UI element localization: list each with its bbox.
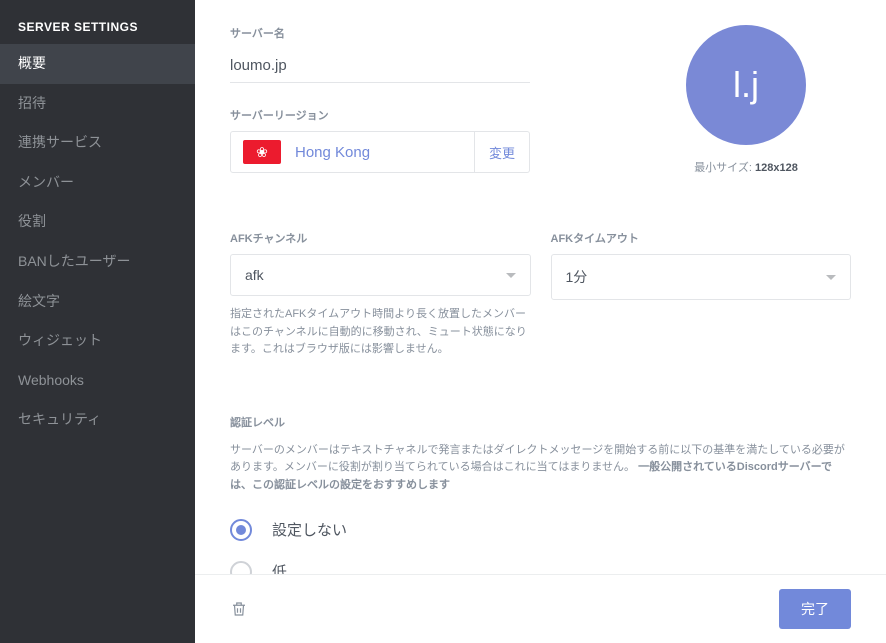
sidebar-item-label: ウィジェット xyxy=(18,332,102,348)
sidebar-item-widget[interactable]: ウィジェット xyxy=(0,321,195,361)
sidebar-item-label: BANしたユーザー xyxy=(18,253,131,269)
sidebar-item-overview[interactable]: 概要 xyxy=(0,44,195,84)
sidebar-item-roles[interactable]: 役割 xyxy=(0,202,195,242)
afk-timeout-label: AFKタイムアウト xyxy=(551,230,852,246)
verification-option-low[interactable]: 低 xyxy=(230,551,851,574)
change-region-button[interactable]: 変更 xyxy=(475,131,530,173)
afk-channel-help: 指定されたAFKタイムアウト時間より長く放置したメンバーはこのチャンネルに自動的… xyxy=(230,306,531,359)
sidebar-header: SERVER SETTINGS xyxy=(0,0,195,44)
sidebar-item-label: セキュリティ xyxy=(18,411,101,427)
radio-icon xyxy=(230,519,252,541)
server-region-label: サーバーリージョン xyxy=(230,107,601,123)
verification-label: 認証レベル xyxy=(230,414,851,430)
main: サーバー名 サーバーリージョン Hong Kong 変更 l.j xyxy=(195,0,886,643)
sidebar-item-label: 招待 xyxy=(18,95,46,111)
sidebar-item-invites[interactable]: 招待 xyxy=(0,84,195,124)
sidebar-item-label: Webhooks xyxy=(18,372,84,388)
flag-icon xyxy=(243,140,281,164)
afk-timeout-select[interactable]: 1分 xyxy=(551,254,852,300)
server-name-input[interactable] xyxy=(230,49,530,83)
radio-icon xyxy=(230,561,252,574)
avatar-initials: l.j xyxy=(733,64,759,106)
main-content: サーバー名 サーバーリージョン Hong Kong 変更 l.j xyxy=(195,0,886,574)
verification-help: サーバーのメンバーはテキストチャネルで発言またはダイレクトメッセージを開始する前… xyxy=(230,442,851,495)
sidebar-item-integrations[interactable]: 連携サービス xyxy=(0,123,195,163)
trash-icon[interactable] xyxy=(230,600,248,618)
sidebar-item-emoji[interactable]: 絵文字 xyxy=(0,282,195,322)
server-region-box: Hong Kong xyxy=(230,131,475,173)
radio-label: 低 xyxy=(272,561,287,574)
verification-option-none[interactable]: 設定しない xyxy=(230,509,851,551)
afk-channel-value: afk xyxy=(245,267,264,283)
sidebar-item-label: 絵文字 xyxy=(18,293,60,309)
avatar-caption: 最小サイズ: 128x128 xyxy=(694,159,798,175)
sidebar: SERVER SETTINGS 概要 招待 連携サービス メンバー 役割 BAN… xyxy=(0,0,195,643)
chevron-down-icon xyxy=(826,275,836,280)
sidebar-item-bans[interactable]: BANしたユーザー xyxy=(0,242,195,282)
sidebar-item-label: 連携サービス xyxy=(18,134,102,150)
sidebar-item-label: 概要 xyxy=(18,55,46,71)
footer: 完了 xyxy=(195,574,886,643)
sidebar-item-security[interactable]: セキュリティ xyxy=(0,400,195,440)
sidebar-item-members[interactable]: メンバー xyxy=(0,163,195,203)
done-button[interactable]: 完了 xyxy=(779,589,851,629)
afk-channel-label: AFKチャンネル xyxy=(230,230,531,246)
server-avatar[interactable]: l.j xyxy=(686,25,806,145)
radio-label: 設定しない xyxy=(272,519,347,540)
afk-timeout-value: 1分 xyxy=(566,267,588,287)
sidebar-item-label: メンバー xyxy=(18,174,74,190)
server-name-label: サーバー名 xyxy=(230,25,601,41)
sidebar-item-label: 役割 xyxy=(18,213,46,229)
afk-channel-select[interactable]: afk xyxy=(230,254,531,296)
server-region-value: Hong Kong xyxy=(295,144,370,161)
sidebar-item-webhooks[interactable]: Webhooks xyxy=(0,361,195,401)
chevron-down-icon xyxy=(506,273,516,278)
